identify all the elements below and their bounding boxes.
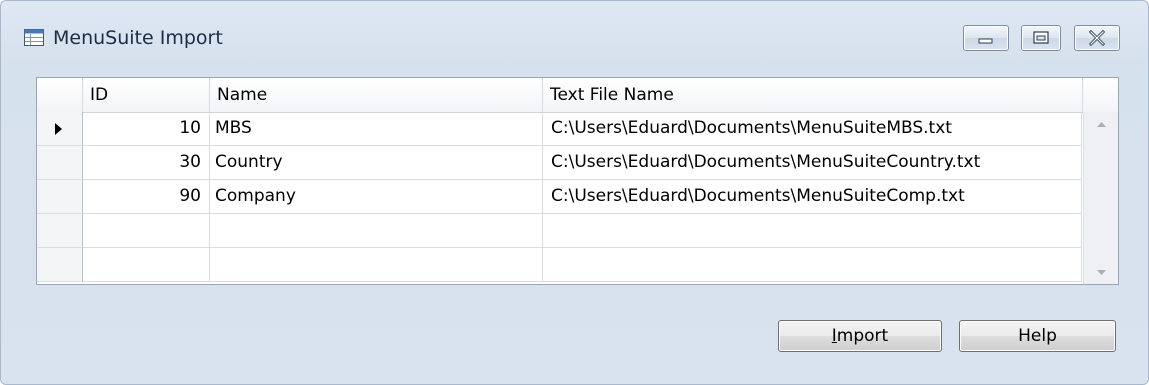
table-window-icon	[24, 29, 44, 46]
cell-text-file-name[interactable]	[543, 214, 1082, 248]
scroll-up-button[interactable]	[1084, 112, 1118, 136]
cell-text-file-name[interactable]	[543, 248, 1082, 282]
window-title: MenuSuite Import	[53, 27, 223, 49]
table-row[interactable]	[37, 214, 1118, 248]
cell-text-file-name[interactable]: C:\Users\Eduard\Documents\MenuSuiteComp.…	[543, 180, 1082, 214]
column-header-name[interactable]: Name	[210, 78, 543, 112]
close-button[interactable]	[1074, 25, 1120, 51]
menusuite-import-window: MenuSuite Import ID Name Text File Name	[0, 0, 1149, 385]
column-header-text-file-name[interactable]: Text File Name	[543, 78, 1083, 112]
title-bar[interactable]: MenuSuite Import	[1, 1, 1148, 63]
vertical-scrollbar[interactable]	[1083, 112, 1118, 284]
row-selector[interactable]	[37, 248, 83, 282]
row-selector[interactable]	[37, 180, 83, 214]
maximize-button[interactable]	[1021, 25, 1061, 51]
cell-name[interactable]: Company	[210, 180, 543, 214]
cell-id[interactable]: 90	[83, 180, 210, 214]
chevron-up-icon	[1097, 122, 1106, 127]
row-selector[interactable]	[37, 112, 83, 146]
close-icon	[1088, 29, 1106, 47]
table-row[interactable]	[37, 248, 1118, 282]
table-row[interactable]: 90 Company C:\Users\Eduard\Documents\Men…	[37, 180, 1118, 214]
cell-id[interactable]: 10	[83, 112, 210, 146]
import-button[interactable]: Import	[778, 320, 942, 352]
cell-text-file-name[interactable]: C:\Users\Eduard\Documents\MenuSuiteMBS.t…	[543, 112, 1082, 146]
current-row-arrow-icon	[55, 123, 62, 135]
row-selector[interactable]	[37, 214, 83, 248]
chevron-down-icon	[1097, 270, 1106, 275]
import-button-label: mport	[836, 326, 889, 346]
column-header-id[interactable]: ID	[83, 78, 210, 112]
cell-name[interactable]	[210, 248, 543, 282]
row-selector[interactable]	[37, 146, 83, 180]
table-row[interactable]: 30 Country C:\Users\Eduard\Documents\Men…	[37, 146, 1118, 180]
cell-name[interactable]	[210, 214, 543, 248]
help-button[interactable]: Help	[959, 320, 1116, 352]
cell-name[interactable]: Country	[210, 146, 543, 180]
cell-text-file-name[interactable]: C:\Users\Eduard\Documents\MenuSuiteCount…	[543, 146, 1082, 180]
minimize-button[interactable]	[963, 25, 1009, 51]
cell-name[interactable]: MBS	[210, 112, 543, 146]
maximize-icon	[1033, 31, 1049, 44]
header-selector-cell	[37, 78, 83, 112]
minimize-icon	[978, 38, 993, 44]
scroll-down-button[interactable]	[1084, 260, 1118, 284]
cell-id[interactable]	[83, 248, 210, 282]
import-grid: ID Name Text File Name 10 MBS C:\Users\E…	[36, 77, 1119, 285]
table-row[interactable]: 10 MBS C:\Users\Eduard\Documents\MenuSui…	[37, 112, 1118, 146]
cell-id[interactable]: 30	[83, 146, 210, 180]
cell-id[interactable]	[83, 214, 210, 248]
grid-header: ID Name Text File Name	[37, 78, 1118, 113]
